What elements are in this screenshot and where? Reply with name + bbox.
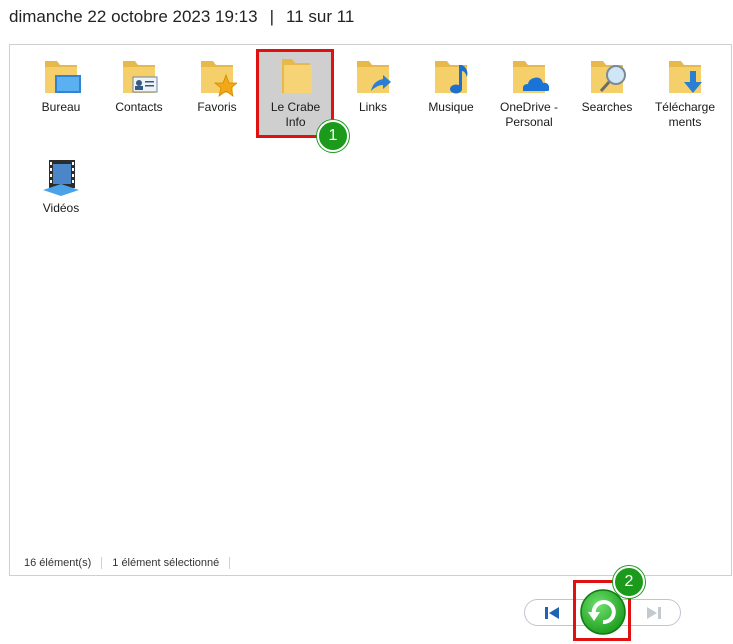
folder-item-bureau[interactable]: Bureau: [23, 55, 99, 115]
folder-items: Bureau Contacts Favoris Le Crabe Info Li…: [10, 45, 731, 575]
folder-desktop-icon: [41, 55, 81, 97]
folder-item-searches[interactable]: Searches: [569, 55, 645, 115]
folder-favorites-icon: [197, 55, 239, 97]
folder-item-label: Vidéos: [42, 201, 80, 215]
header-separator: |: [269, 7, 274, 26]
step-badge-2: 2: [613, 566, 645, 598]
folder-item-musique[interactable]: Musique: [413, 55, 489, 115]
folder-item-telechargements[interactable]: Télécharge ments: [647, 55, 723, 130]
item-count: 16 élément(s): [24, 557, 92, 569]
folder-onedrive-icon: [509, 55, 550, 97]
folder-item-label-part: ments: [668, 115, 702, 129]
folder-item-onedrive[interactable]: OneDrive - Personal: [491, 55, 567, 130]
status-divider: [101, 557, 103, 569]
status-bar: 16 élément(s) 1 élément sélectionné: [24, 557, 240, 569]
folder-item-label: OneDrive - Personal: [499, 100, 558, 129]
step-badge-1: 1: [317, 120, 349, 152]
folder-item-label-part: Télécharge: [654, 100, 716, 114]
folder-item-videos[interactable]: Vidéos: [23, 156, 99, 216]
selection-count: 1 élément sélectionné: [112, 557, 220, 569]
folder-links-icon: [353, 55, 393, 97]
last-button[interactable]: [643, 604, 665, 622]
folder-searches-icon: [587, 55, 627, 97]
folder-item-label: Favoris: [197, 100, 237, 114]
folder-item-label: Bureau: [41, 100, 81, 114]
folder-item-label: Searches: [581, 100, 633, 114]
header: dimanche 22 octobre 2023 19:13 | 11 sur 11: [9, 7, 354, 27]
skip-last-icon: [647, 607, 661, 619]
folder-music-icon: [431, 55, 471, 97]
folder-view: Bureau Contacts Favoris Le Crabe Info Li…: [9, 44, 732, 576]
datetime-text: dimanche 22 octobre 2023 19:13: [9, 7, 258, 26]
skip-first-icon: [545, 607, 559, 619]
folder-item-label: Musique: [428, 100, 474, 114]
folder-item-links[interactable]: Links: [335, 55, 411, 115]
folder-item-favoris[interactable]: Favoris: [179, 55, 255, 115]
folder-item-label: Links: [358, 100, 387, 114]
folder-downloads-icon: [665, 55, 705, 97]
first-button[interactable]: [541, 604, 563, 622]
folder-item-label: Télécharge ments: [647, 100, 723, 130]
position-text: 11 sur 11: [286, 7, 355, 26]
folder-videos-icon: [41, 156, 81, 198]
folder-item-label: Contacts: [115, 100, 163, 114]
folder-item-contacts[interactable]: Contacts: [101, 55, 177, 115]
status-divider: [229, 557, 231, 569]
folder-contacts-icon: [119, 55, 159, 97]
